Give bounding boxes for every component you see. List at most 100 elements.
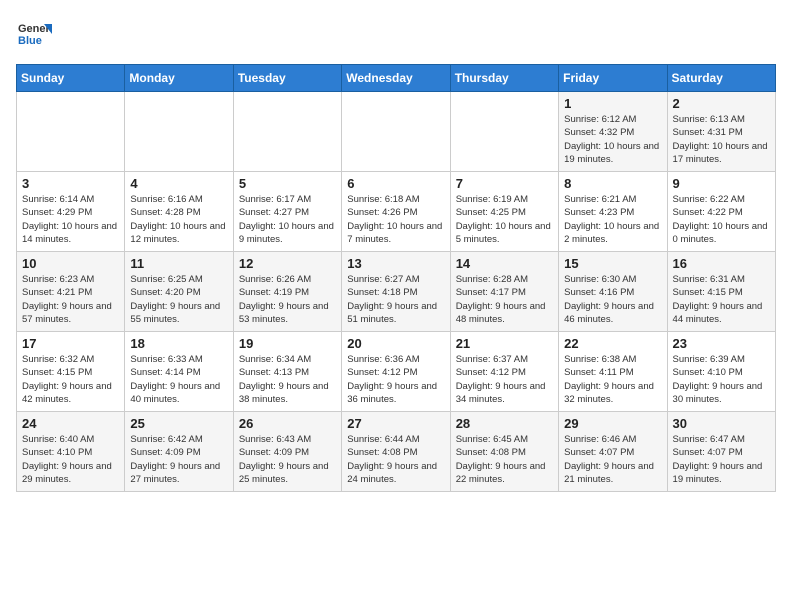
week-row-4: 17 Sunrise: 6:32 AM Sunset: 4:15 PM Dayli… — [17, 332, 776, 412]
day-info: Sunrise: 6:37 AM Sunset: 4:12 PM Dayligh… — [456, 353, 553, 406]
day-number: 14 — [456, 256, 553, 271]
day-number: 25 — [130, 416, 227, 431]
day-info: Sunrise: 6:18 AM Sunset: 4:26 PM Dayligh… — [347, 193, 444, 246]
day-number: 11 — [130, 256, 227, 271]
day-number: 20 — [347, 336, 444, 351]
svg-text:Blue: Blue — [18, 35, 42, 47]
day-number: 29 — [564, 416, 661, 431]
day-number: 6 — [347, 176, 444, 191]
header-cell-wednesday: Wednesday — [342, 65, 450, 92]
day-cell: 24 Sunrise: 6:40 AM Sunset: 4:10 PM Dayli… — [17, 412, 125, 492]
week-row-3: 10 Sunrise: 6:23 AM Sunset: 4:21 PM Dayli… — [17, 252, 776, 332]
day-cell: 4 Sunrise: 6:16 AM Sunset: 4:28 PM Daylig… — [125, 172, 233, 252]
day-cell: 18Sunrise: 6:33 AM Sunset: 4:14 PM Dayli… — [125, 332, 233, 412]
day-cell: 12 Sunrise: 6:26 AM Sunset: 4:19 PM Dayli… — [233, 252, 341, 332]
day-cell — [450, 92, 558, 172]
day-cell: 3Sunrise: 6:14 AM Sunset: 4:29 PM Daylig… — [17, 172, 125, 252]
day-number: 21 — [456, 336, 553, 351]
day-number: 27 — [347, 416, 444, 431]
day-info: Sunrise: 6:38 AM Sunset: 4:11 PM Dayligh… — [564, 353, 661, 406]
day-info: Sunrise: 6:42 AM Sunset: 4:09 PM Dayligh… — [130, 433, 227, 486]
day-cell — [233, 92, 341, 172]
day-cell: 25 Sunrise: 6:42 AM Sunset: 4:09 PM Dayli… — [125, 412, 233, 492]
day-info: Sunrise: 6:26 AM Sunset: 4:19 PM Dayligh… — [239, 273, 336, 326]
day-info: Sunrise: 6:17 AM Sunset: 4:27 PM Dayligh… — [239, 193, 336, 246]
day-number: 5 — [239, 176, 336, 191]
day-info: Sunrise: 6:32 AM Sunset: 4:15 PM Dayligh… — [22, 353, 119, 406]
day-cell: 21 Sunrise: 6:37 AM Sunset: 4:12 PM Dayli… — [450, 332, 558, 412]
day-cell: 29 Sunrise: 6:46 AM Sunset: 4:07 PM Dayli… — [559, 412, 667, 492]
day-number: 12 — [239, 256, 336, 271]
header-cell-saturday: Saturday — [667, 65, 775, 92]
header-cell-monday: Monday — [125, 65, 233, 92]
day-info: Sunrise: 6:12 AM Sunset: 4:32 PM Dayligh… — [564, 113, 661, 166]
day-number: 9 — [673, 176, 770, 191]
day-info: Sunrise: 6:46 AM Sunset: 4:07 PM Dayligh… — [564, 433, 661, 486]
day-number: 26 — [239, 416, 336, 431]
day-cell: 17 Sunrise: 6:32 AM Sunset: 4:15 PM Dayli… — [17, 332, 125, 412]
day-info: Sunrise: 6:30 AM Sunset: 4:16 PM Dayligh… — [564, 273, 661, 326]
day-info: Sunrise: 6:36 AM Sunset: 4:12 PM Dayligh… — [347, 353, 444, 406]
day-info: Sunrise: 6:44 AM Sunset: 4:08 PM Dayligh… — [347, 433, 444, 486]
day-info: Sunrise: 6:21 AM Sunset: 4:23 PM Dayligh… — [564, 193, 661, 246]
day-cell: 13 Sunrise: 6:27 AM Sunset: 4:18 PM Dayli… — [342, 252, 450, 332]
day-number: 4 — [130, 176, 227, 191]
day-number: 8 — [564, 176, 661, 191]
calendar-table: SundayMondayTuesdayWednesdayThursdayFrid… — [16, 64, 776, 492]
day-number: 3 — [22, 176, 119, 191]
day-info: Sunrise: 6:47 AM Sunset: 4:07 PM Dayligh… — [673, 433, 770, 486]
day-cell: 30 Sunrise: 6:47 AM Sunset: 4:07 PM Dayli… — [667, 412, 775, 492]
header-cell-friday: Friday — [559, 65, 667, 92]
day-info: Sunrise: 6:23 AM Sunset: 4:21 PM Dayligh… — [22, 273, 119, 326]
day-info: Sunrise: 6:16 AM Sunset: 4:28 PM Dayligh… — [130, 193, 227, 246]
day-number: 23 — [673, 336, 770, 351]
day-cell: 6 Sunrise: 6:18 AM Sunset: 4:26 PM Daylig… — [342, 172, 450, 252]
day-info: Sunrise: 6:28 AM Sunset: 4:17 PM Dayligh… — [456, 273, 553, 326]
day-cell: 28 Sunrise: 6:45 AM Sunset: 4:08 PM Dayli… — [450, 412, 558, 492]
day-cell: 11 Sunrise: 6:25 AM Sunset: 4:20 PM Dayli… — [125, 252, 233, 332]
day-cell: 9 Sunrise: 6:22 AM Sunset: 4:22 PM Daylig… — [667, 172, 775, 252]
logo: General Blue — [16, 16, 52, 52]
week-row-1: 1Sunrise: 6:12 AM Sunset: 4:32 PM Daylig… — [17, 92, 776, 172]
day-info: Sunrise: 6:31 AM Sunset: 4:15 PM Dayligh… — [673, 273, 770, 326]
day-number: 13 — [347, 256, 444, 271]
day-cell: 14 Sunrise: 6:28 AM Sunset: 4:17 PM Dayli… — [450, 252, 558, 332]
day-number: 18 — [130, 336, 227, 351]
logo-icon: General Blue — [16, 16, 52, 52]
week-row-2: 3Sunrise: 6:14 AM Sunset: 4:29 PM Daylig… — [17, 172, 776, 252]
day-cell: 1Sunrise: 6:12 AM Sunset: 4:32 PM Daylig… — [559, 92, 667, 172]
day-info: Sunrise: 6:27 AM Sunset: 4:18 PM Dayligh… — [347, 273, 444, 326]
header-cell-sunday: Sunday — [17, 65, 125, 92]
day-cell — [342, 92, 450, 172]
week-row-5: 24 Sunrise: 6:40 AM Sunset: 4:10 PM Dayli… — [17, 412, 776, 492]
day-number: 28 — [456, 416, 553, 431]
day-cell: 8 Sunrise: 6:21 AM Sunset: 4:23 PM Daylig… — [559, 172, 667, 252]
day-cell — [17, 92, 125, 172]
day-info: Sunrise: 6:45 AM Sunset: 4:08 PM Dayligh… — [456, 433, 553, 486]
day-info: Sunrise: 6:13 AM Sunset: 4:31 PM Dayligh… — [673, 113, 770, 166]
page-header: General Blue — [16, 16, 776, 52]
header-cell-thursday: Thursday — [450, 65, 558, 92]
day-cell: 15 Sunrise: 6:30 AM Sunset: 4:16 PM Dayli… — [559, 252, 667, 332]
day-cell: 27 Sunrise: 6:44 AM Sunset: 4:08 PM Dayli… — [342, 412, 450, 492]
day-cell: 16Sunrise: 6:31 AM Sunset: 4:15 PM Dayli… — [667, 252, 775, 332]
day-number: 2 — [673, 96, 770, 111]
day-cell: 23 Sunrise: 6:39 AM Sunset: 4:10 PM Dayli… — [667, 332, 775, 412]
day-number: 15 — [564, 256, 661, 271]
day-cell: 7Sunrise: 6:19 AM Sunset: 4:25 PM Daylig… — [450, 172, 558, 252]
day-info: Sunrise: 6:43 AM Sunset: 4:09 PM Dayligh… — [239, 433, 336, 486]
day-cell: 22Sunrise: 6:38 AM Sunset: 4:11 PM Dayli… — [559, 332, 667, 412]
day-cell — [125, 92, 233, 172]
day-info: Sunrise: 6:22 AM Sunset: 4:22 PM Dayligh… — [673, 193, 770, 246]
day-info: Sunrise: 6:40 AM Sunset: 4:10 PM Dayligh… — [22, 433, 119, 486]
header-row: SundayMondayTuesdayWednesdayThursdayFrid… — [17, 65, 776, 92]
day-number: 24 — [22, 416, 119, 431]
day-info: Sunrise: 6:25 AM Sunset: 4:20 PM Dayligh… — [130, 273, 227, 326]
day-cell: 2 Sunrise: 6:13 AM Sunset: 4:31 PM Daylig… — [667, 92, 775, 172]
day-number: 7 — [456, 176, 553, 191]
day-number: 19 — [239, 336, 336, 351]
day-info: Sunrise: 6:39 AM Sunset: 4:10 PM Dayligh… — [673, 353, 770, 406]
day-number: 10 — [22, 256, 119, 271]
day-number: 30 — [673, 416, 770, 431]
day-number: 17 — [22, 336, 119, 351]
